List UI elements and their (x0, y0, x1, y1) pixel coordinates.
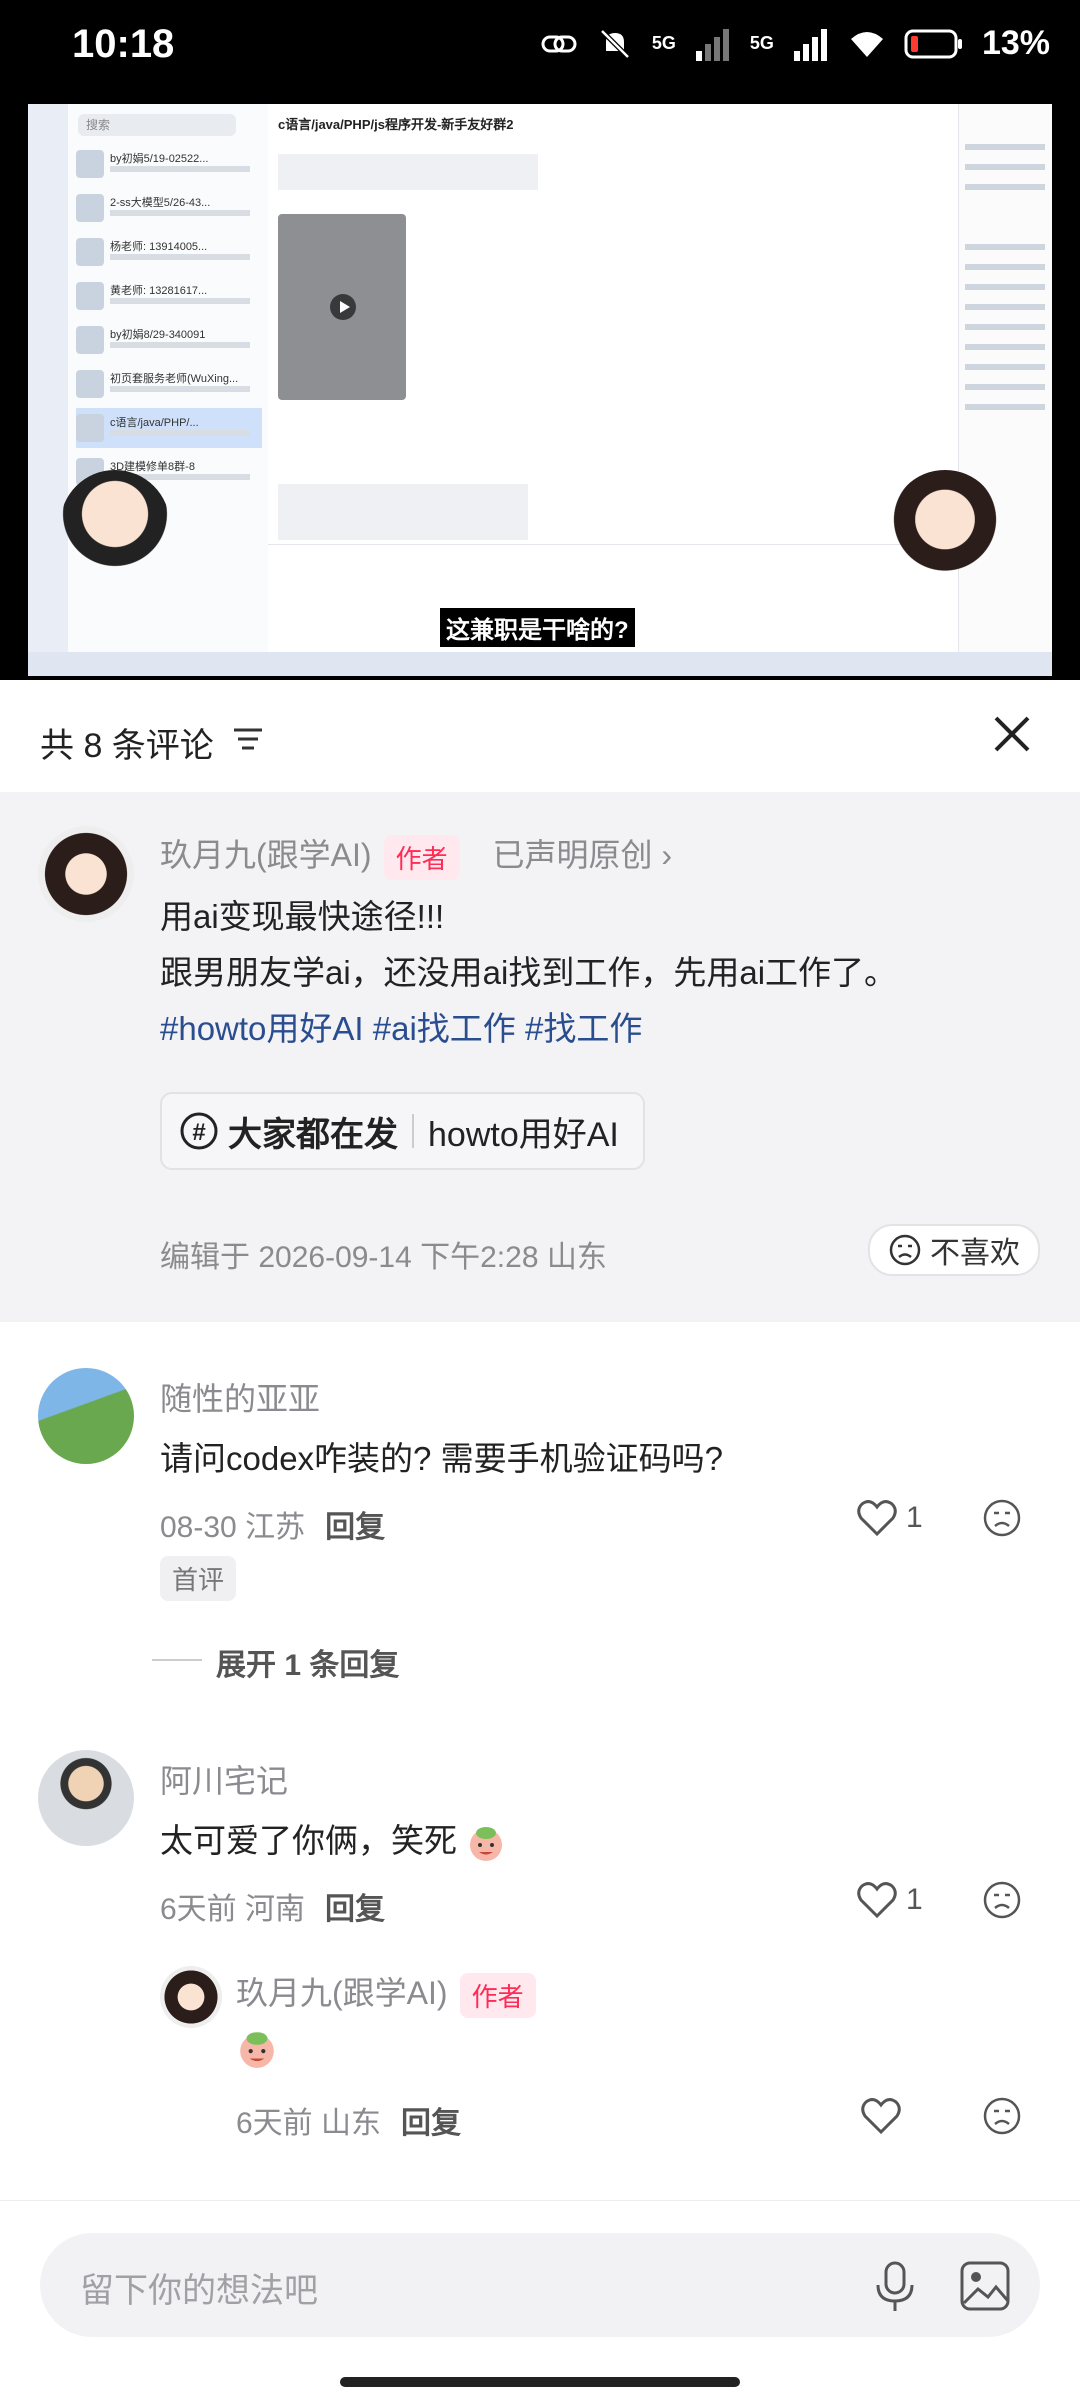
dislike-face-icon[interactable] (982, 1880, 1022, 1920)
svg-text:#: # (192, 1119, 205, 1146)
post-edited-meta: 编辑于 2026-09-14 下午2:28 山东 (160, 1241, 607, 1274)
avatar (76, 414, 104, 442)
message-bubble (278, 154, 538, 190)
network-label-1: 5G (651, 33, 676, 53)
avatar (76, 194, 104, 222)
signal-icon (793, 28, 827, 61)
heart-icon (857, 1882, 897, 1919)
like-count: 1 (906, 1501, 923, 1534)
close-icon[interactable] (988, 710, 1036, 758)
avatar (76, 370, 104, 398)
hashtag-icon: # (180, 1112, 218, 1150)
cartoon-girl-sticker (890, 470, 1000, 580)
heart-icon (857, 1500, 897, 1537)
dislike-button[interactable]: 不喜欢 (868, 1224, 1040, 1276)
video-thumbnail (278, 214, 406, 400)
chat-window: c语言/java/PHP/js程序开发-新手友好群2 (268, 104, 958, 652)
comment-text: 太可爱了你俩，笑死 (160, 1814, 506, 1863)
chat-row: 2-ss大模型5/26-43... (76, 188, 262, 228)
play-icon (330, 294, 356, 320)
status-bar: 10:18 5G 5G 13% (0, 0, 1080, 100)
home-indicator[interactable] (340, 2377, 740, 2387)
dislike-face-icon[interactable] (982, 2096, 1022, 2136)
quoted-message (278, 484, 528, 540)
crying-laugh-emoji-icon (240, 2032, 274, 2068)
app-sidebar (28, 104, 68, 652)
comment-input-bar: 留下你的想法吧 (0, 2200, 1080, 2401)
cartoon-boy-sticker (60, 470, 170, 580)
avatar (76, 238, 104, 266)
avatar (76, 150, 104, 178)
reply-button[interactable]: 回复 (325, 1893, 385, 1926)
comment-count: 共 8 条评论 (40, 727, 214, 765)
image-icon[interactable] (958, 2259, 1012, 2313)
comment-user[interactable]: 阿川宅记 (160, 1756, 288, 1802)
search-box: 搜索 (78, 114, 236, 136)
status-icons: 5G 5G 13% (540, 24, 1050, 63)
topic-chip[interactable]: # 大家都在发 howto用好AI (160, 1092, 645, 1170)
taskbar (28, 652, 1052, 676)
original-label[interactable]: 已声明原创 (492, 837, 652, 873)
post-hashtags[interactable]: #howto用好AI #ai找工作 #找工作 (160, 1002, 642, 1050)
sort-icon[interactable] (232, 726, 264, 752)
chat-row: c语言/java/PHP/... (76, 408, 262, 448)
dislike-face-icon (889, 1234, 921, 1266)
avatar (76, 282, 104, 310)
video-caption: 这兼职是干啥的? (440, 608, 635, 647)
microphone-icon[interactable] (870, 2259, 920, 2313)
chevron-right-icon: › (652, 837, 673, 873)
post-line-1: 用ai变现最快途径!!! (160, 898, 445, 935)
status-time: 10:18 (72, 22, 175, 66)
post-description: 玖月九(跟学AI) 作者 已声明原创 › 用ai变现最快途径!!! 跟男朋友学ai… (0, 792, 1080, 1322)
author-tag: 作者 (383, 835, 460, 881)
author-name[interactable]: 玖月九(跟学AI) 作者 已声明原创 › (160, 830, 673, 881)
comment-meta: 6天前 河南 回复 (160, 1893, 386, 1926)
mute-bell-icon (600, 28, 630, 59)
dislike-face-icon[interactable] (982, 1498, 1022, 1538)
reply-button[interactable]: 回复 (401, 2107, 461, 2140)
signal-icon (695, 28, 729, 61)
comment-user[interactable]: 随性的亚亚 (160, 1374, 320, 1420)
user-avatar[interactable] (38, 1750, 134, 1846)
like-button[interactable]: 1 (856, 1498, 923, 1538)
heart-icon[interactable] (860, 2096, 902, 2136)
input-placeholder: 留下你的想法吧 (80, 2272, 318, 2310)
user-avatar[interactable] (38, 1368, 134, 1464)
reply-meta: 6天前 山东 回复 (236, 2107, 462, 2140)
comments-header: 共 8 条评论 (0, 680, 1080, 792)
post-line-2: 跟男朋友学ai，还没用ai找到工作，先用ai工作了。 (160, 954, 898, 991)
comment-meta: 08-30 江苏 回复 (160, 1511, 386, 1544)
chat-title: c语言/java/PHP/js程序开发-新手友好群2 (278, 117, 514, 132)
expand-replies-button[interactable]: 展开 1 条回复 (216, 1640, 399, 1684)
chat-row: by初娟5/19-02522... (76, 144, 262, 184)
battery-icon (904, 29, 962, 58)
expand-line (152, 1659, 202, 1661)
chat-row: 黄老师: 13281617... (76, 276, 262, 316)
reply-user[interactable]: 玖月九(跟学AI) 作者 (236, 1968, 536, 2019)
comment-input[interactable]: 留下你的想法吧 (40, 2233, 1040, 2337)
chip-separator (412, 1114, 414, 1148)
wifi-icon (850, 31, 883, 57)
like-count: 1 (906, 1883, 923, 1916)
chat-row: 初页套服务老师(WuXing... (76, 364, 262, 404)
link-icon (541, 35, 577, 52)
reply-button[interactable]: 回复 (325, 1511, 385, 1544)
battery-percent: 13% (981, 24, 1050, 62)
network-label-2: 5G (749, 33, 774, 53)
author-avatar[interactable] (160, 1966, 222, 2028)
avatar (76, 326, 104, 354)
comment-text: 请问codex咋装的? 需要手机验证码吗? (160, 1440, 723, 1477)
chat-row: by初娟8/29-340091 (76, 320, 262, 360)
screen-recording: 搜索 by初娟5/19-02522... 2-ss大模型5/26-43... 杨… (28, 104, 1052, 676)
like-button[interactable]: 1 (856, 1880, 923, 1920)
author-avatar[interactable] (38, 826, 134, 922)
first-comment-badge: 首评 (160, 1556, 237, 1601)
author-tag: 作者 (459, 1973, 536, 2019)
crying-laugh-emoji-icon (470, 1827, 503, 1862)
video-player[interactable]: 搜索 by初娟5/19-02522... 2-ss大模型5/26-43... 杨… (0, 100, 1080, 680)
chip-topic: howto用好AI (428, 1115, 619, 1154)
chat-row: 杨老师: 13914005... (76, 232, 262, 272)
chip-label: 大家都在发 (228, 1115, 398, 1154)
